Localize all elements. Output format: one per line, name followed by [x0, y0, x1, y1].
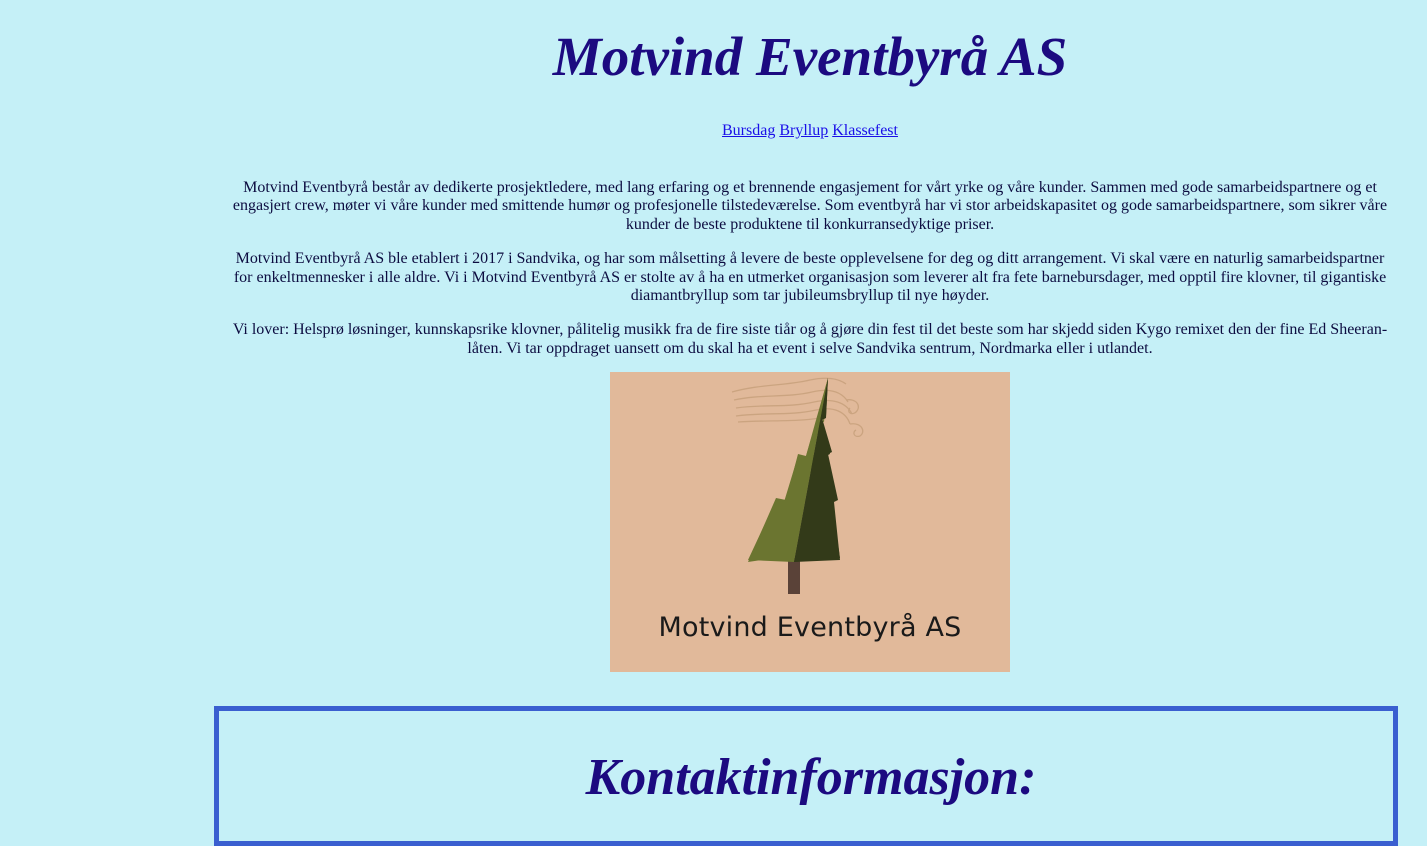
contact-section: Kontaktinformasjon: — [214, 706, 1398, 846]
paragraph-about: Motvind Eventbyrå består av dedikerte pr… — [232, 179, 1388, 233]
paragraph-promise: Vi lover: Helsprø løsninger, kunnskapsri… — [232, 321, 1388, 357]
company-logo: Motvind Eventbyrå AS — [610, 372, 1010, 672]
intro-text: Motvind Eventbyrå består av dedikerte pr… — [230, 179, 1390, 374]
nav-link-bryllup[interactable]: Bryllup — [779, 122, 828, 139]
nav-link-bursdag[interactable]: Bursdag — [722, 122, 775, 139]
nav-link-klassefest[interactable]: Klassefest — [832, 122, 898, 139]
contact-heading: Kontaktinformasjon: — [585, 749, 1037, 806]
nav-menu: Bursdag Bryllup Klassefest — [222, 121, 1398, 141]
page-title: Motvind Eventbyrå AS — [552, 26, 1068, 87]
paragraph-history: Motvind Eventbyrå AS ble etablert i 2017… — [233, 250, 1387, 305]
logo-text: Motvind Eventbyrå AS — [658, 612, 962, 643]
